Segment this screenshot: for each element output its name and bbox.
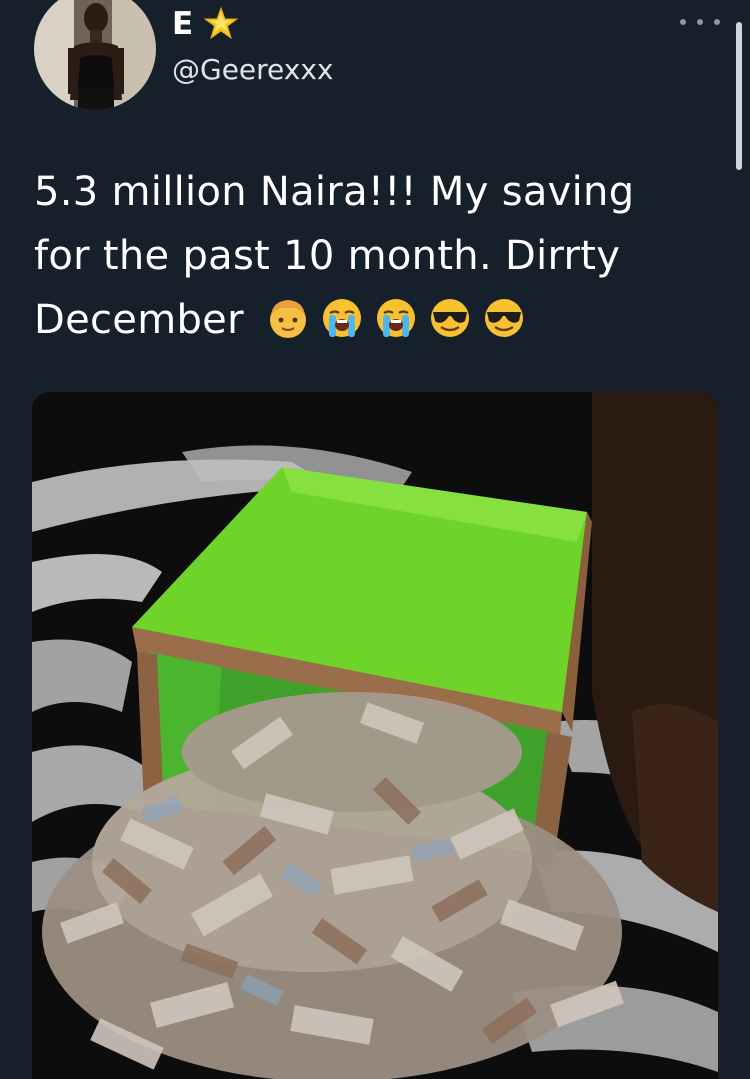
loudly-crying-face-emoji <box>376 299 415 337</box>
tweet-page: E @Geerexxx 5.3 million Naira!!! My savi… <box>0 0 750 1079</box>
loudly-crying-face-emoji <box>322 299 361 337</box>
more-options-icon[interactable] <box>680 12 720 32</box>
author-handle[interactable]: @Geerexxx <box>172 52 334 88</box>
author-avatar[interactable] <box>34 0 156 110</box>
tweet-text: 5.3 million Naira!!! My saving for the p… <box>34 160 694 352</box>
boy-face-emoji <box>269 300 306 338</box>
photo-money-box-icon <box>32 392 718 1079</box>
display-name[interactable]: E <box>172 4 193 44</box>
glowing-star-icon <box>203 6 239 42</box>
more-dot <box>680 19 686 25</box>
smiling-face-with-sunglasses-emoji <box>484 299 523 337</box>
tweet-media-photo[interactable] <box>32 392 718 1079</box>
author-name-row[interactable]: E <box>172 4 239 44</box>
more-dot <box>714 19 720 25</box>
more-dot <box>697 19 703 25</box>
avatar-photo-icon <box>34 0 156 110</box>
emoji-row <box>265 295 527 341</box>
smiling-face-with-sunglasses-emoji <box>430 299 469 337</box>
scrollbar[interactable] <box>736 22 742 170</box>
